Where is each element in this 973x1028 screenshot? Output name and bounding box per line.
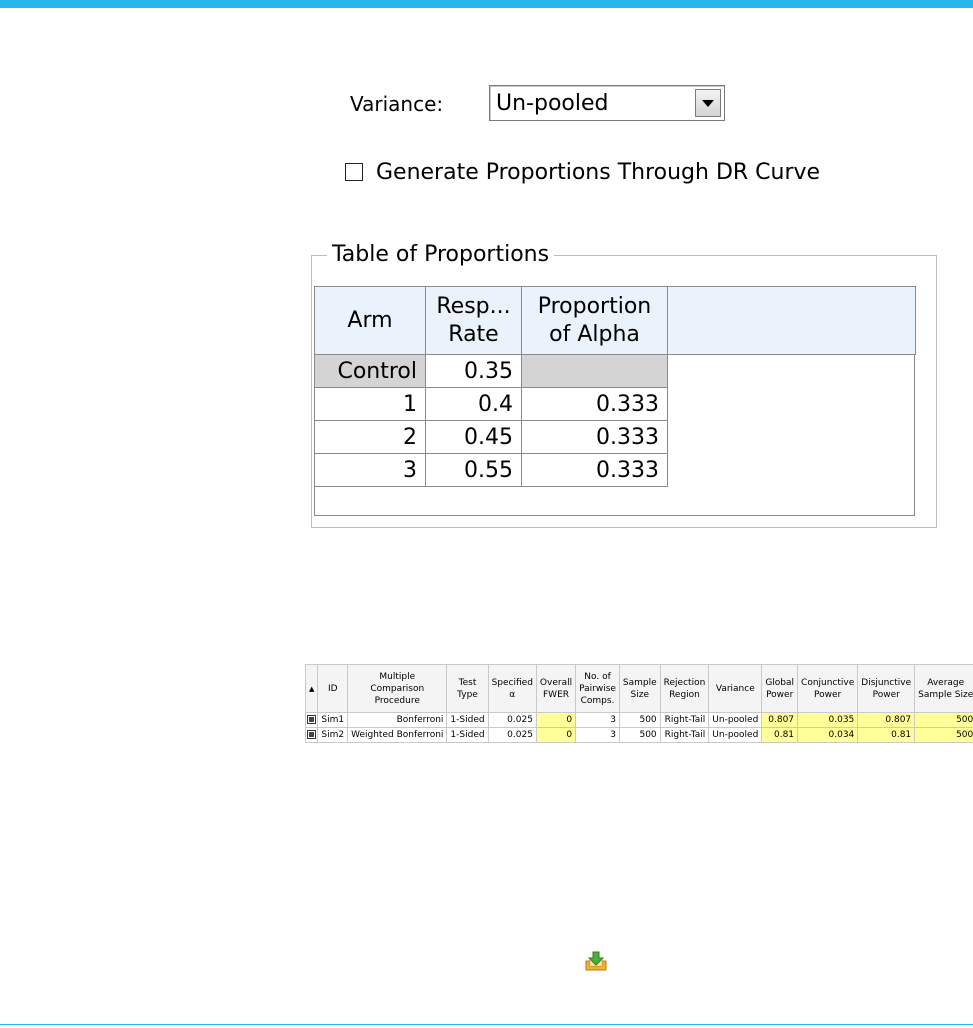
col-header-arm[interactable]: Arm [314, 286, 426, 355]
col-header-procedure[interactable]: Multiple Comparison Procedure [347, 664, 448, 713]
arm-cell: 1 [314, 387, 426, 421]
chevron-down-icon [702, 99, 714, 107]
proportions-group-title: Table of Proportions [327, 242, 555, 267]
table-row[interactable]: Sim1 Bonferroni 1-Sided 0.025 0 3 500 Ri… [304, 712, 973, 728]
rate-cell[interactable]: 0.4 [425, 387, 522, 421]
sim-comps: 3 [575, 727, 620, 743]
alpha-cell[interactable]: 0.333 [521, 420, 668, 454]
variance-dropdown-button[interactable] [695, 89, 721, 117]
col-header-specified-alpha[interactable]: Specified α [487, 664, 537, 713]
simulation-icon [307, 714, 317, 724]
export-icon[interactable] [584, 949, 608, 973]
sim-procedure: Bonferroni [347, 712, 448, 728]
variance-selected-value: Un-pooled [496, 91, 609, 116]
sim-avg-ss: 500 [914, 712, 973, 728]
sim-id: Sim2 [317, 727, 349, 743]
alpha-cell [521, 354, 668, 388]
variance-label: Variance: [350, 92, 444, 116]
rate-cell[interactable]: 0.45 [425, 420, 522, 454]
simulation-icon [307, 729, 317, 739]
col-header-resp-rate[interactable]: Resp... Rate [425, 286, 522, 355]
sim-fwer: 0 [535, 727, 577, 743]
simulation-results-table: ▲ ID Multiple Comparison Procedure Test Typ… [304, 664, 973, 743]
col-header-sample-size[interactable]: Sample Size [618, 664, 661, 713]
arm-cell: 2 [314, 420, 426, 454]
bottom-accent-line [0, 1024, 973, 1025]
table-row[interactable]: Control 0.35 [314, 354, 916, 388]
sim-global-power: 0.81 [761, 727, 799, 743]
sim-alpha: 0.025 [487, 727, 537, 743]
alpha-cell[interactable]: 0.333 [521, 453, 668, 487]
sim-conj-power: 0.035 [797, 712, 859, 728]
sim-region: Right-Tail [659, 727, 710, 743]
col-header-disjunctive-power[interactable]: Disjunctive Power [857, 664, 916, 713]
sim-alpha: 0.025 [487, 712, 537, 728]
col-header-average-sample-size[interactable]: Average Sample Size [914, 664, 973, 713]
sim-sample-size: 500 [618, 712, 661, 728]
col-header-conjunctive-power[interactable]: Conjunctive Power [797, 664, 859, 713]
sim-id: Sim1 [317, 712, 349, 728]
sim-disj-power: 0.81 [857, 727, 916, 743]
dr-curve-checkbox[interactable] [345, 163, 363, 181]
table-row[interactable]: 2 0.45 0.333 [314, 420, 916, 454]
sim-fwer: 0 [535, 712, 577, 728]
sim-region: Right-Tail [659, 712, 710, 728]
sim-global-power: 0.807 [761, 712, 799, 728]
sim-test-type: 1-Sided [446, 712, 489, 728]
col-header-blank [667, 286, 916, 355]
sim-variance: Un-pooled [708, 727, 763, 743]
col-header-global-power[interactable]: Global Power [761, 664, 799, 713]
sim-sample-size: 500 [618, 727, 661, 743]
sim-variance: Un-pooled [708, 712, 763, 728]
sim-comps: 3 [575, 712, 620, 728]
rate-cell[interactable]: 0.35 [425, 354, 522, 388]
table-row[interactable]: 3 0.55 0.333 [314, 453, 916, 487]
col-header-proportion-alpha[interactable]: Proportion of Alpha [521, 286, 668, 355]
col-header-overall-fwer[interactable]: Overall FWER [535, 664, 577, 713]
col-header-sort[interactable]: ▲ [304, 664, 319, 713]
col-header-test-type[interactable]: Test Type [446, 664, 489, 713]
arm-cell: Control [314, 354, 426, 388]
col-header-id[interactable]: ID [317, 664, 349, 713]
top-accent-bar [0, 0, 973, 8]
sim-disj-power: 0.807 [857, 712, 916, 728]
proportions-grid: Arm Resp... Rate Proportion of Alpha Contr… [314, 286, 916, 487]
sim-test-type: 1-Sided [446, 727, 489, 743]
table-row[interactable]: Sim2 Weighted Bonferroni 1-Sided 0.025 0… [304, 727, 973, 743]
sim-avg-ss: 500 [914, 727, 973, 743]
sim-procedure: Weighted Bonferroni [347, 727, 448, 743]
alpha-cell[interactable]: 0.333 [521, 387, 668, 421]
table-row[interactable]: 1 0.4 0.333 [314, 387, 916, 421]
sim-conj-power: 0.034 [797, 727, 859, 743]
arm-cell: 3 [314, 453, 426, 487]
dr-curve-label[interactable]: Generate Proportions Through DR Curve [376, 160, 820, 185]
col-header-rejection-region[interactable]: Rejection Region [659, 664, 710, 713]
col-header-variance[interactable]: Variance [708, 664, 763, 713]
variance-select[interactable]: Un-pooled [489, 85, 725, 121]
rate-cell[interactable]: 0.55 [425, 453, 522, 487]
col-header-pairwise-comps[interactable]: No. of Pairwise Comps. [575, 664, 620, 713]
